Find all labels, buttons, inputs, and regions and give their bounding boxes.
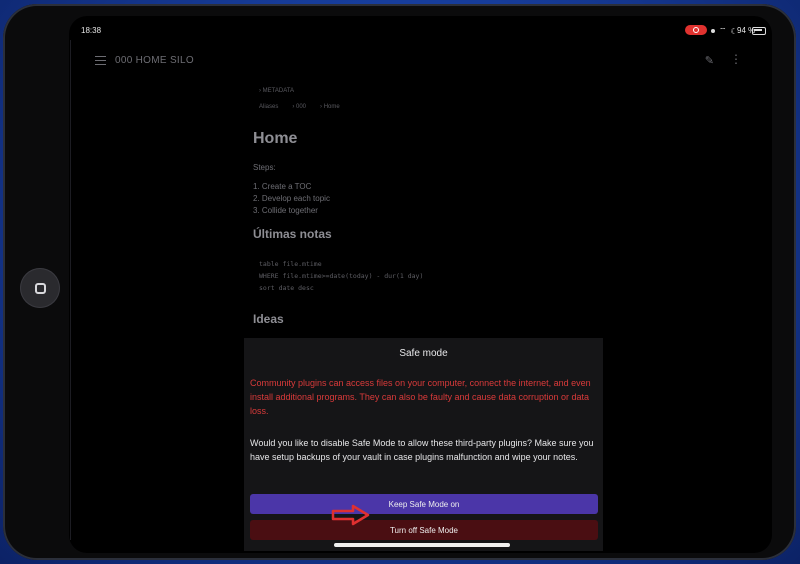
list-item: 3. Collide together: [253, 206, 318, 215]
keep-safe-mode-button[interactable]: Keep Safe Mode on: [250, 494, 598, 514]
tablet-device: 18:38 ⌔ ☾ 94 % 000 HOME SILO ✎ ⋮ › METAD…: [3, 4, 796, 560]
list-item: 2. Develop each topic: [253, 194, 330, 203]
note-heading: Home: [253, 130, 298, 147]
steps-label: Steps:: [253, 163, 276, 172]
ideas-heading: Ideas: [253, 312, 284, 326]
record-icon: [685, 25, 707, 35]
warning-text: Community plugins can access files on yo…: [250, 378, 591, 416]
status-bar: 18:38 ⌔ ☾ 94 %: [69, 16, 772, 36]
home-button-icon: [34, 282, 46, 294]
property-value[interactable]: › 000: [292, 104, 306, 110]
home-indicator[interactable]: [334, 543, 510, 547]
home-button[interactable]: [20, 268, 60, 308]
arrow-icon: [331, 504, 370, 526]
code-line: table file.mtime: [259, 260, 322, 268]
dot-icon: [711, 29, 715, 33]
dataview-query: table file.mtime WHERE file.mtime>=date(…: [259, 258, 423, 294]
turn-off-safe-mode-button[interactable]: Turn off Safe Mode: [250, 520, 598, 540]
latest-notes-heading: Últimas notas: [253, 227, 332, 241]
edit-icon[interactable]: ✎: [705, 54, 714, 67]
status-time: 18:38: [81, 26, 102, 35]
property-key: Aliases: [259, 104, 279, 110]
tablet-screen: 18:38 ⌔ ☾ 94 % 000 HOME SILO ✎ ⋮ › METAD…: [69, 16, 772, 553]
wifi-icon: ⌔: [719, 26, 727, 35]
battery-icon: [752, 27, 766, 35]
note-title[interactable]: 000 HOME SILO: [115, 55, 194, 66]
question-text: Would you like to disable Safe Mode to a…: [250, 438, 594, 462]
note-header: 000 HOME SILO ✎ ⋮: [91, 52, 752, 72]
status-icons: ⌔ ☾: [711, 26, 738, 36]
menu-icon[interactable]: [95, 56, 106, 68]
more-icon[interactable]: ⋮: [730, 52, 742, 66]
steps-list: 1. Create a TOC 2. Develop each topic 3.…: [253, 181, 330, 217]
code-line: WHERE file.mtime>=date(today) - dur(1 da…: [259, 272, 424, 280]
dialog-title: Safe mode: [399, 348, 448, 359]
properties-row: Aliases › 000 › Home: [259, 104, 340, 110]
sidebar-divider: [70, 40, 71, 540]
code-line: sort date desc: [259, 284, 314, 292]
property-value[interactable]: › Home: [320, 104, 340, 110]
metadata-toggle[interactable]: › METADATA: [259, 88, 294, 94]
list-item: 1. Create a TOC: [253, 182, 312, 191]
safe-mode-dialog: Safe mode Community plugins can access f…: [244, 338, 603, 551]
